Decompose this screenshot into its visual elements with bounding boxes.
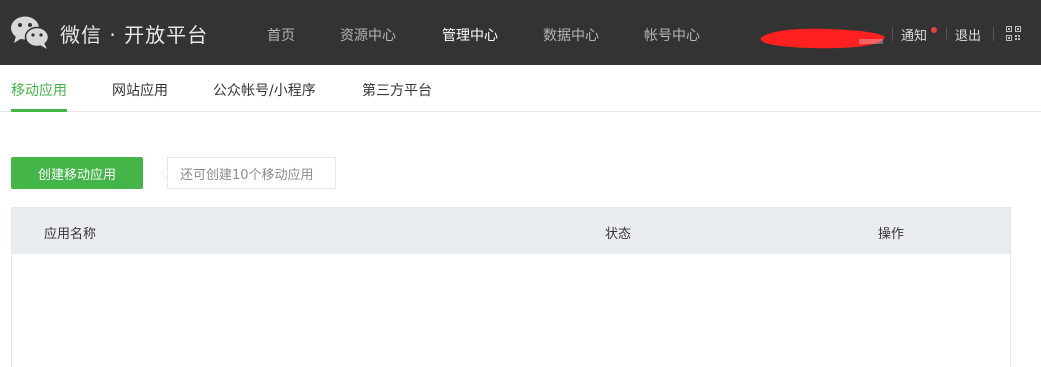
redacted-username — [760, 28, 885, 49]
apps-table: 应用名称 状态 操作 — [11, 207, 1011, 367]
tab-mobile-apps[interactable]: 移动应用 — [11, 80, 67, 100]
tab-web-apps[interactable]: 网站应用 — [112, 80, 168, 100]
wechat-logo[interactable] — [10, 14, 50, 50]
divider — [946, 27, 947, 41]
active-tab-indicator — [11, 109, 67, 112]
column-app-name: 应用名称 — [44, 227, 97, 242]
sub-nav: 移动应用 网站应用 公众帐号/小程序 第三方平台 — [0, 65, 1041, 112]
nav-item-data[interactable]: 数据中心 — [543, 25, 599, 45]
notice-link[interactable]: 通知 — [901, 25, 927, 44]
nav-item-resources[interactable]: 资源中心 — [340, 25, 396, 45]
notice-badge-dot — [931, 27, 937, 33]
brand-title[interactable]: 微信 · 开放平台 — [60, 19, 208, 48]
create-mobile-app-button[interactable]: 创建移动应用 — [11, 157, 143, 189]
nav-item-home[interactable]: 首页 — [267, 25, 295, 45]
tab-official-accounts[interactable]: 公众帐号/小程序 — [213, 80, 316, 100]
nav-item-management[interactable]: 管理中心 — [442, 25, 498, 45]
column-status: 状态 — [605, 227, 632, 242]
tab-third-party-platform[interactable]: 第三方平台 — [362, 80, 432, 100]
divider — [892, 27, 893, 41]
top-bar: 微信 · 开放平台 首页 资源中心 管理中心 数据中心 帐号中心 通知 退出 — [0, 0, 1041, 65]
table-header: 应用名称 状态 操作 — [12, 208, 1010, 254]
divider — [993, 27, 994, 41]
column-actions: 操作 — [878, 227, 905, 242]
remaining-quota-tip: 还可创建10个移动应用 — [167, 157, 336, 189]
qrcode-icon[interactable] — [1006, 26, 1021, 41]
nav-item-account[interactable]: 帐号中心 — [644, 25, 700, 45]
tip-arrow-inner — [162, 168, 167, 178]
logout-link[interactable]: 退出 — [955, 25, 981, 44]
